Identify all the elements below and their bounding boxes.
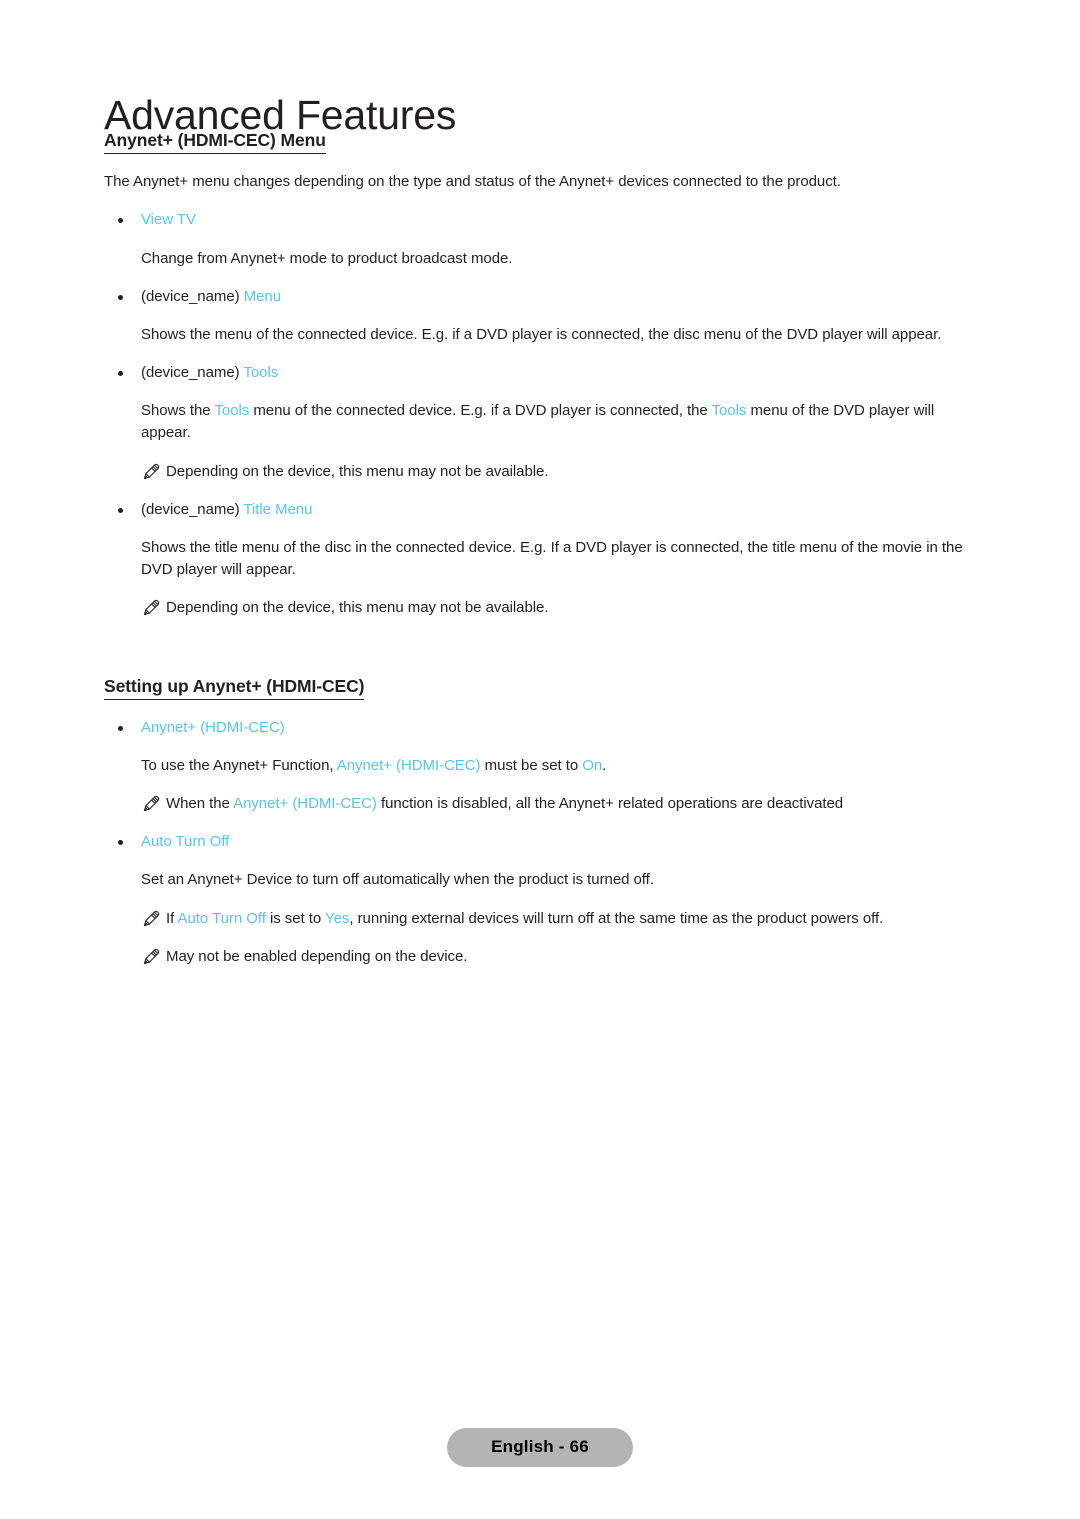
menu-term-label: Anynet+ (HDMI-CEC) <box>141 718 285 736</box>
item-description: Shows the title menu of the disc in the … <box>141 539 963 579</box>
list-item: Anynet+ (HDMI-CEC) <box>104 717 980 739</box>
manual-page: Advanced Features Anynet+ (HDMI-CEC) Men… <box>0 0 1080 1519</box>
item-description: Change from Anynet+ mode to product broa… <box>141 249 513 267</box>
list-item: View TV <box>104 209 980 231</box>
section-2: Setting up Anynet+ (HDMI-CEC) <box>104 676 980 700</box>
device-name-label: (device_name) <box>141 500 244 518</box>
pencil-note-icon <box>141 910 161 928</box>
note-line: If Auto Turn Off is set to Yes, running … <box>104 908 980 930</box>
text-run: When the <box>166 795 234 813</box>
pencil-note-icon <box>141 948 161 966</box>
pencil-note-icon <box>141 599 161 617</box>
item-description: Shows the menu of the connected device. … <box>141 325 942 343</box>
text-run: To use the Anynet+ Function, <box>141 756 337 774</box>
page-footer: English - 66 <box>0 1428 1080 1467</box>
list-item: Auto Turn Off <box>104 831 980 853</box>
page-content: Anynet+ (HDMI-CEC) Menu The Anynet+ menu … <box>104 130 980 984</box>
list-item: (device_name) Menu <box>104 286 980 308</box>
list-item: (device_name) Title Menu <box>104 499 980 521</box>
pencil-note-icon <box>141 795 161 813</box>
list-item: (device_name) Tools <box>104 362 980 384</box>
note-line: May not be enabled depending on the devi… <box>104 946 980 968</box>
note-line: Depending on the device, this menu may n… <box>104 597 980 619</box>
highlighted-term: Anynet+ (HDMI-CEC) <box>233 795 377 813</box>
text-run: menu of the connected device. E.g. if a … <box>249 402 712 420</box>
highlighted-term: Yes <box>325 909 350 927</box>
menu-term-label: View TV <box>141 211 196 229</box>
text-run: Depending on the device, this menu may n… <box>166 599 549 617</box>
text-run: Depending on the device, this menu may n… <box>166 462 549 480</box>
menu-term-label: Tools <box>243 364 279 382</box>
note-line: When the Anynet+ (HDMI-CEC) function is … <box>104 793 980 815</box>
highlighted-term: Tools <box>214 402 250 420</box>
text-run: must be set to <box>480 756 583 774</box>
section-intro-text: The Anynet+ menu changes depending on th… <box>104 173 841 191</box>
pencil-note-icon <box>141 463 161 481</box>
item-description: Set an Anynet+ Device to turn off automa… <box>141 871 654 889</box>
page-number-badge: English - 66 <box>447 1428 633 1467</box>
menu-term-label: Menu <box>243 287 282 305</box>
section-heading: Setting up Anynet+ (HDMI-CEC) <box>104 676 365 700</box>
item-description: Shows the Tools menu of the connected de… <box>104 400 980 444</box>
section-heading: Anynet+ (HDMI-CEC) Menu <box>104 130 326 155</box>
text-run: Shows the <box>141 402 215 420</box>
note-line: Depending on the device, this menu may n… <box>104 461 980 483</box>
text-run: If <box>166 909 178 927</box>
text-run: May not be enabled depending on the devi… <box>166 947 468 965</box>
highlighted-term: Anynet+ (HDMI-CEC) <box>336 756 481 774</box>
highlighted-term: Tools <box>711 402 747 420</box>
text-run: is set to <box>265 909 326 927</box>
highlighted-term: On <box>582 756 603 774</box>
highlighted-term: Auto Turn Off <box>177 909 266 927</box>
text-run: function is disabled, all the Anynet+ re… <box>376 795 844 813</box>
menu-term-label: Title Menu <box>243 500 313 518</box>
device-name-label: (device_name) <box>141 287 244 305</box>
section-1: Anynet+ (HDMI-CEC) Menu <box>104 130 980 155</box>
text-run: , running external devices will turn off… <box>349 909 884 927</box>
device-name-label: (device_name) <box>141 364 244 382</box>
text-run: . <box>602 756 607 774</box>
menu-term-label: Auto Turn Off <box>141 833 230 851</box>
item-description: To use the Anynet+ Function, Anynet+ (HD… <box>104 755 980 777</box>
